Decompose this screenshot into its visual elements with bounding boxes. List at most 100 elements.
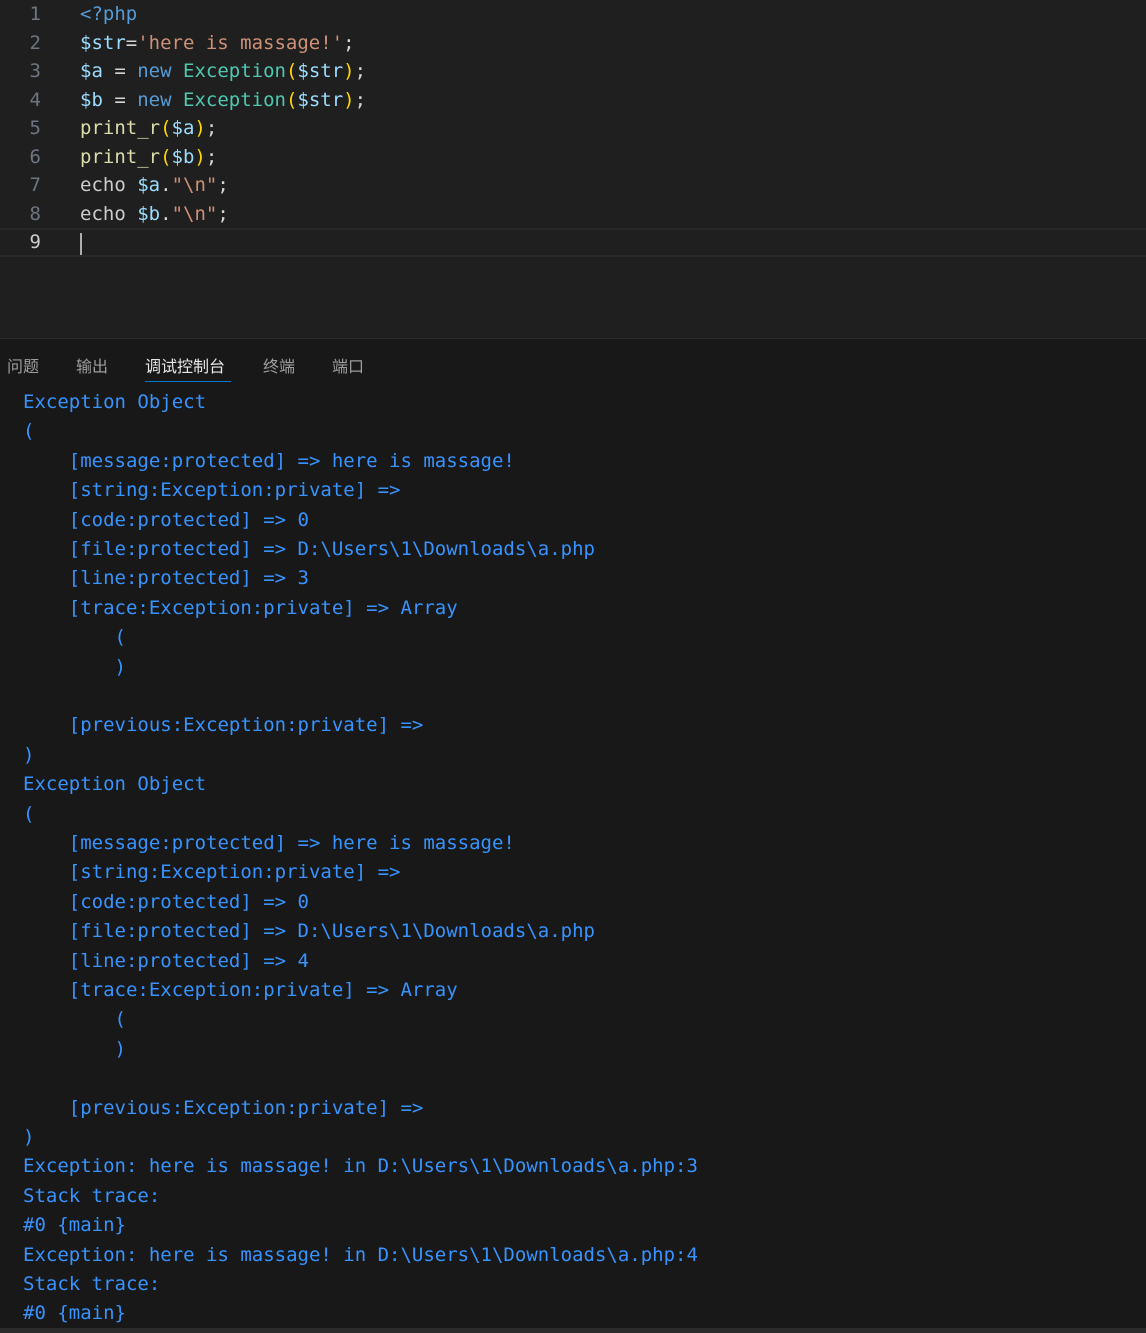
- panel-tab-bar: 问题 输出 调试控制台 终端 端口: [0, 339, 1146, 394]
- console-line: [file:protected] => D:\Users\1\Downloads…: [23, 538, 595, 560]
- code-token: ;: [205, 145, 218, 168]
- console-line: Exception Object: [23, 773, 207, 796]
- console-line: (: [23, 802, 35, 825]
- panel-tab[interactable]: 问题: [7, 357, 39, 377]
- code-token: $b: [137, 202, 161, 225]
- code-token: $b: [80, 88, 103, 111]
- code-line[interactable]: 7 echo $a."\n";: [0, 171, 1146, 200]
- code-line[interactable]: 1 <?php: [0, 0, 1146, 29]
- debug-console-output[interactable]: Exception Object ( [message:protected] =>…: [0, 394, 1146, 1328]
- code-token: ;: [217, 174, 229, 196]
- code-token: $str: [80, 31, 126, 54]
- code-token: echo: [80, 174, 126, 196]
- code-token: $b: [171, 145, 195, 168]
- line-number: 2: [29, 31, 41, 54]
- code-line[interactable]: 4 $b = new Exception($str);: [0, 86, 1146, 115]
- code-token: echo: [80, 202, 126, 225]
- code-token: new: [137, 60, 172, 82]
- code-token: ): [343, 60, 355, 82]
- console-line: [previous:Exception:private] =>: [23, 714, 424, 737]
- console-line: Exception: here is massage! in D:\Users\…: [23, 1243, 698, 1266]
- horizontal-scrollbar[interactable]: [0, 1328, 1146, 1333]
- code-token: $a: [80, 60, 103, 82]
- console-line: ): [23, 743, 35, 766]
- code-text: print_r($a);: [80, 114, 217, 143]
- code-editor[interactable]: 1 <?php 2 $str='here is massage!'; 3 $a = new…: [0, 0, 1146, 338]
- code-token: $a: [171, 117, 195, 139]
- code-line[interactable]: 5 print_r($a);: [0, 114, 1146, 143]
- line-number: 5: [29, 117, 41, 139]
- console-line: #0 {main}: [23, 1214, 126, 1237]
- line-number: 6: [29, 145, 41, 168]
- panel-tab[interactable]: 调试控制台: [145, 357, 225, 377]
- code-token: ;: [217, 202, 229, 225]
- code-token: =: [102, 88, 138, 111]
- code-line[interactable]: 3 $a = new Exception($str);: [0, 57, 1146, 86]
- code-token: (: [160, 117, 172, 139]
- code-token: "\n": [171, 202, 218, 225]
- panel-tab[interactable]: 端口: [332, 357, 364, 377]
- console-line: [line:protected] => 3: [23, 567, 309, 590]
- code-token: $str: [297, 88, 344, 111]
- console-line: [string:Exception:private] =>: [23, 861, 401, 884]
- code-token: print_r: [80, 145, 161, 168]
- code-text: $str='here is massage!';: [80, 29, 355, 58]
- console-line: (: [23, 626, 126, 649]
- active-tab-indicator: [145, 381, 231, 382]
- code-token: (: [285, 60, 298, 82]
- line-number: 4: [29, 88, 41, 111]
- line-number: 1: [29, 3, 41, 25]
- console-line: [code:protected] => 0: [23, 890, 309, 913]
- code-token: ): [194, 117, 206, 139]
- code-token: print_r: [80, 117, 161, 139]
- text-cursor: [80, 233, 82, 255]
- code-token: $a: [137, 174, 161, 196]
- code-token: Exception: [183, 60, 286, 82]
- console-line: #0 {main}: [23, 1302, 126, 1325]
- code-text: $a = new Exception($str);: [80, 57, 366, 86]
- console-line: [file:protected] => D:\Users\1\Downloads…: [23, 920, 595, 943]
- code-token: =: [102, 60, 138, 82]
- code-token: 'here is massage!': [137, 31, 344, 54]
- console-line: (: [23, 1008, 126, 1031]
- code-token: ;: [205, 117, 218, 139]
- line-number: 3: [29, 60, 41, 82]
- code-line[interactable]: 8 echo $b."\n";: [0, 200, 1146, 229]
- code-token: new: [137, 88, 172, 111]
- console-line: [code:protected] => 0: [23, 508, 309, 531]
- code-token: =: [125, 31, 138, 54]
- console-line: Stack trace:: [23, 1184, 161, 1207]
- code-token: ): [194, 145, 206, 168]
- code-token: (: [160, 145, 172, 168]
- panel-tab[interactable]: 终端: [263, 357, 295, 377]
- code-token: $str: [297, 60, 344, 82]
- code-token: ;: [343, 31, 355, 54]
- code-token: .: [160, 174, 172, 196]
- console-line: [previous:Exception:private] =>: [23, 1096, 424, 1119]
- code-text: $b = new Exception($str);: [80, 86, 366, 115]
- panel-tab[interactable]: 输出: [76, 357, 108, 377]
- console-line: [trace:Exception:private] => Array: [23, 596, 458, 619]
- code-token: <?php: [80, 3, 138, 25]
- code-text: echo $b."\n";: [80, 200, 229, 229]
- code-token: ;: [354, 88, 367, 111]
- console-line: ): [23, 1126, 35, 1148]
- code-text: <?php: [80, 0, 137, 29]
- code-line[interactable]: 6 print_r($b);: [0, 143, 1146, 172]
- code-line[interactable]: 9: [0, 228, 1146, 257]
- code-token: .: [160, 202, 172, 225]
- console-line: [line:protected] => 4: [23, 949, 309, 972]
- code-line[interactable]: 2 $str='here is massage!';: [0, 29, 1146, 58]
- code-text: print_r($b);: [80, 143, 217, 172]
- line-number: 9: [29, 231, 41, 253]
- console-line: [trace:Exception:private] => Array: [23, 979, 458, 1001]
- code-token: ;: [354, 60, 367, 82]
- console-line: Stack trace:: [23, 1273, 161, 1295]
- code-token: ): [343, 88, 355, 111]
- code-token: Exception: [183, 88, 286, 111]
- console-line: (: [23, 420, 35, 443]
